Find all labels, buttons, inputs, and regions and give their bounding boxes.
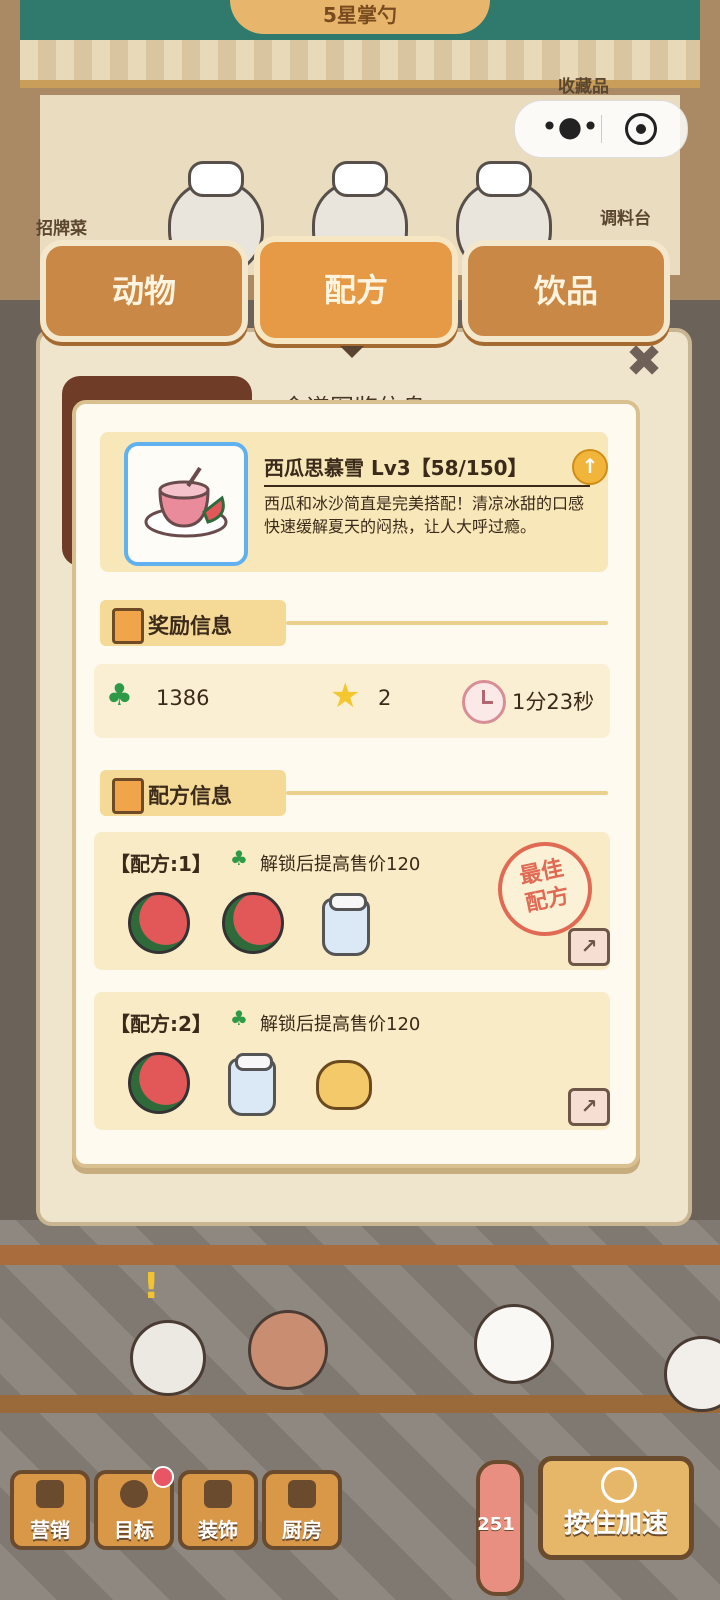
recipe-section-title: 配方信息	[148, 784, 232, 808]
honey-jar-icon	[316, 1060, 372, 1110]
reward-clovers: 1386	[156, 686, 210, 710]
clipboard-icon	[112, 608, 144, 644]
tab-drinks[interactable]: 饮品	[462, 240, 670, 342]
clock-hand	[482, 701, 493, 704]
miniprogram-capsule: •●•	[514, 100, 688, 158]
share-icon[interactable]: ↗	[568, 1088, 610, 1126]
recipe-note: 解锁后提高售价120	[260, 854, 421, 875]
customer-monkey[interactable]	[248, 1310, 328, 1390]
seasoning-label: 调料台	[600, 209, 651, 229]
clipboard-icon	[112, 778, 144, 814]
watermelon-icon	[128, 892, 190, 954]
star-icon: ★	[330, 676, 361, 716]
megaphone-icon	[36, 1480, 64, 1508]
dish-image	[124, 442, 248, 566]
customer-bear[interactable]	[474, 1304, 554, 1384]
signature-dish-label: 招牌菜	[36, 219, 87, 239]
temperature-value: 251	[477, 1514, 515, 1535]
chef-hat-icon	[188, 161, 244, 197]
watermelon-smoothie-icon	[144, 466, 228, 538]
milk-jar-icon	[322, 893, 370, 956]
speed-up-label: 按住加速	[563, 1509, 668, 1539]
recipe-card-2[interactable]: 【配方:2】 ♣ 解锁后提高售价120 ↗	[94, 992, 610, 1130]
marketing-label: 营销	[30, 1518, 70, 1542]
fast-forward-icon	[601, 1467, 637, 1503]
recipe-label: 【配方:1】	[110, 852, 212, 876]
kitchen-button[interactable]: 厨房	[262, 1470, 342, 1550]
close-miniprogram-icon[interactable]	[625, 113, 657, 145]
recipe-note: 解锁后提高售价120	[260, 1014, 421, 1035]
exclamation-icon: !	[143, 1266, 160, 1307]
clover-icon: ♣	[230, 846, 248, 870]
floor-rail	[0, 1395, 720, 1413]
tab-pointer-icon	[340, 346, 364, 358]
dish-name: 西瓜思慕雪 Lv3【58/150】	[264, 456, 528, 480]
reward-time: 1分23秒	[512, 690, 595, 714]
hold-speed-up-button[interactable]: 按住加速	[538, 1456, 694, 1560]
capsule-divider	[601, 115, 602, 143]
customer-cat[interactable]	[130, 1320, 206, 1396]
recipe-section-header: 配方信息	[100, 770, 286, 816]
milk-jar-icon	[228, 1053, 276, 1116]
jar-lid	[235, 1053, 273, 1071]
reward-info-box: ♣ 1386 ★ 2 1分23秒	[94, 664, 610, 738]
reward-section-header: 奖励信息	[100, 600, 286, 646]
tab-recipes[interactable]: 配方	[254, 236, 458, 344]
dish-description: 西瓜和冰沙简直是完美搭配！清凉冰甜的口感快速缓解夏天的闷热，让人大呼过瘾。	[264, 494, 585, 536]
section-divider	[286, 621, 608, 625]
tab-animals[interactable]: 动物	[40, 240, 248, 342]
watermelon-icon	[222, 892, 284, 954]
hammer-icon	[204, 1480, 232, 1508]
collection-label: 收藏品	[558, 77, 609, 97]
dish-name-underline	[264, 485, 590, 487]
watermelon-icon	[128, 1052, 190, 1114]
clover-icon: ♣	[230, 1006, 248, 1030]
close-icon[interactable]: ✖	[622, 340, 666, 384]
recipe-label: 【配方:2】	[110, 1012, 212, 1036]
section-divider	[286, 791, 608, 795]
pot-icon	[288, 1480, 316, 1508]
reward-section-title: 奖励信息	[148, 614, 232, 638]
goals-label: 目标	[114, 1518, 154, 1542]
more-icon[interactable]: •●•	[535, 109, 605, 149]
clock-icon	[462, 680, 506, 724]
chef-hat-icon	[332, 161, 388, 197]
chef-hat-icon	[476, 161, 532, 197]
decorate-label: 装饰	[198, 1518, 238, 1542]
target-dot	[636, 124, 646, 134]
target-icon	[120, 1480, 148, 1508]
decorate-button[interactable]: 装饰	[178, 1470, 258, 1550]
upgrade-button[interactable]: ↑	[572, 449, 608, 485]
kitchen-label: 厨房	[282, 1518, 322, 1542]
clover-icon: ♣	[106, 678, 133, 713]
reward-stars: 2	[378, 686, 392, 710]
jar-lid	[329, 893, 367, 911]
counter-rail	[0, 1245, 720, 1265]
marketing-button[interactable]: 营销	[10, 1470, 90, 1550]
shop-sign: 5星掌勺	[230, 0, 490, 34]
share-icon[interactable]: ↗	[568, 928, 610, 966]
notification-dot	[152, 1466, 174, 1488]
